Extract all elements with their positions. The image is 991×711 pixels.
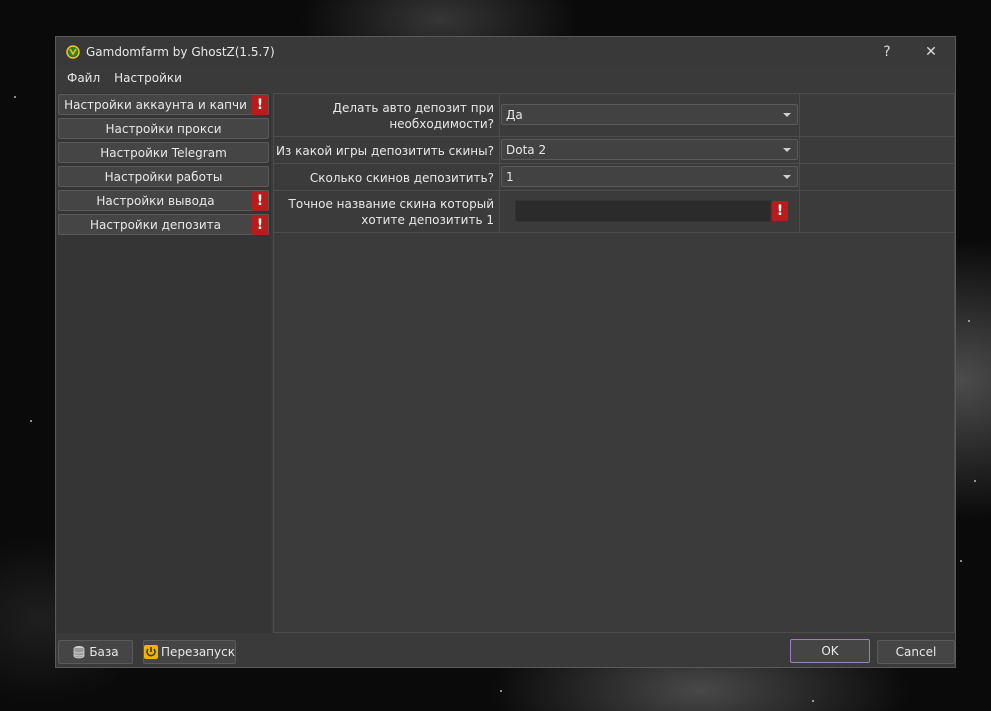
sidebar-item-label: Настройки аккаунта и капчи — [64, 97, 247, 112]
auto-deposit-label: Делать авто депозит при необходимости? — [274, 100, 494, 132]
help-button[interactable]: ? — [865, 37, 909, 67]
column-divider — [499, 94, 500, 136]
warning-icon: ! — [772, 201, 788, 221]
column-divider — [499, 191, 500, 232]
sidebar-item-telegram[interactable]: Настройки Telegram — [58, 142, 269, 163]
database-icon — [72, 645, 86, 659]
setting-row-auto-deposit: Делать авто депозит при необходимости? Д… — [274, 94, 954, 137]
chevron-down-icon — [783, 113, 791, 117]
window-title: Gamdomfarm by GhostZ(1.5.7) — [86, 45, 275, 59]
label-line: необходимости? — [389, 117, 494, 131]
sidebar-item-withdraw[interactable]: Настройки вывода ! — [58, 190, 269, 211]
sidebar-item-label: Настройки прокси — [105, 121, 222, 136]
chevron-down-icon — [783, 148, 791, 152]
warning-icon: ! — [252, 214, 268, 235]
menu-file[interactable]: Файл — [60, 71, 107, 85]
warning-icon: ! — [252, 190, 268, 211]
sidebar-item-label: Настройки депозита — [90, 217, 221, 232]
restart-icon — [144, 645, 159, 659]
setting-row-skin-count: Сколько скинов депозитить? 1 — [274, 164, 954, 191]
sidebar-item-label: Настройки Telegram — [100, 145, 227, 160]
warning-icon: ! — [252, 94, 268, 115]
column-divider — [499, 137, 500, 163]
label-line: хотите депозитить 1 — [361, 213, 494, 227]
sidebar-item-label: Настройки работы — [104, 169, 223, 184]
column-divider — [799, 164, 800, 190]
sidebar-item-proxy[interactable]: Настройки прокси — [58, 118, 269, 139]
label-line: Точное название скина который — [288, 197, 494, 211]
sidebar-item-label: Настройки вывода — [96, 193, 215, 208]
menu-bar: Файл Настройки — [56, 67, 955, 89]
restart-button[interactable]: Перезапуск — [143, 640, 236, 664]
app-icon — [66, 45, 80, 59]
skin-count-select[interactable]: 1 — [501, 166, 798, 187]
setting-row-game: Из какой игры депозитить скины? Dota 2 — [274, 137, 954, 164]
label-line: Делать авто депозит при — [332, 101, 494, 115]
settings-panel: Делать авто депозит при необходимости? Д… — [273, 93, 955, 633]
column-divider — [799, 94, 800, 136]
skin-name-label: Точное название скина который хотите деп… — [274, 196, 494, 228]
sidebar-item-work[interactable]: Настройки работы — [58, 166, 269, 187]
skin-name-input[interactable] — [515, 200, 771, 222]
restart-button-label: Перезапуск — [161, 645, 235, 659]
game-select[interactable]: Dota 2 — [501, 139, 798, 160]
title-bar[interactable]: Gamdomfarm by GhostZ(1.5.7) ? ✕ — [56, 37, 955, 67]
sidebar: Настройки аккаунта и капчи ! Настройки п… — [57, 93, 271, 633]
menu-settings[interactable]: Настройки — [107, 71, 189, 85]
sidebar-item-account-captcha[interactable]: Настройки аккаунта и капчи ! — [58, 94, 269, 115]
base-button-label: База — [89, 645, 119, 659]
ok-button[interactable]: OK — [790, 639, 870, 663]
cancel-button[interactable]: Cancel — [877, 640, 955, 664]
select-value: Dota 2 — [506, 142, 547, 157]
game-label: Из какой игры депозитить скины? — [275, 144, 494, 158]
column-divider — [499, 164, 500, 190]
setting-row-skin-name: Точное название скина который хотите деп… — [274, 191, 954, 233]
chevron-down-icon — [783, 175, 791, 179]
select-value: 1 — [506, 169, 514, 184]
column-divider — [799, 137, 800, 163]
base-button[interactable]: База — [58, 640, 133, 664]
skin-count-label: Сколько скинов депозитить? — [309, 171, 494, 185]
auto-deposit-select[interactable]: Да — [501, 104, 798, 125]
select-value: Да — [506, 107, 523, 122]
sidebar-item-deposit[interactable]: Настройки депозита ! — [58, 214, 269, 235]
column-divider — [799, 191, 800, 232]
app-window: Gamdomfarm by GhostZ(1.5.7) ? ✕ Файл Нас… — [55, 36, 956, 668]
close-button[interactable]: ✕ — [909, 37, 953, 67]
